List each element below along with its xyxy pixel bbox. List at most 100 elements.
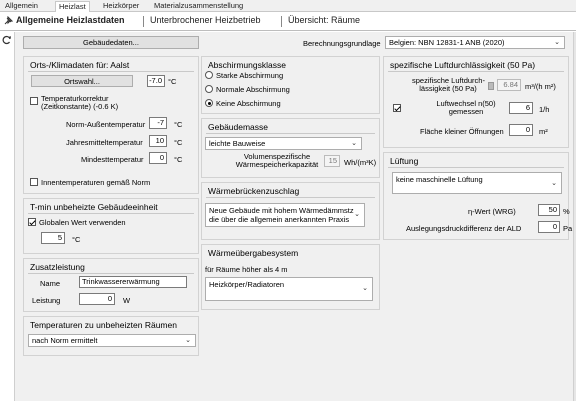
- chevron-down-icon: ⌄: [554, 39, 560, 46]
- tmin-title: T-min unbeheizte Gebäudeeinheit: [30, 202, 158, 212]
- waermebruecken-title: Wärmebrückenzuschlag: [208, 186, 300, 196]
- leistung-unit: W: [123, 296, 131, 305]
- spez-luftdurchlaessigkeit-unit: m³/(h m²): [525, 82, 556, 91]
- gebaeudedaten-button[interactable]: Gebäudedaten...: [23, 36, 199, 49]
- divider: [388, 167, 564, 168]
- tmin-unit: °C: [72, 235, 81, 244]
- starke-abschirmung-radio[interactable]: [205, 71, 213, 79]
- refresh-icon[interactable]: [2, 35, 12, 45]
- lueftung-value: keine maschinelle Lüftung: [396, 175, 483, 184]
- uebergabe-select[interactable]: Heizkörper/Radiatoren ⌄: [205, 277, 373, 301]
- tab-materialzusammenstellung[interactable]: Materialzusammenstellung: [151, 1, 246, 12]
- normale-abschirmung-radio[interactable]: [205, 85, 213, 93]
- klimadaten-panel: Orts-/Klimadaten für: Aalst Ortswahl... …: [23, 56, 199, 194]
- waermebruecken-value-1: Neue Gebäude mit hohem Wärmedämmstz: [209, 206, 354, 215]
- waermebruecken-value-2: die über die allgemein anerkannten Praxi…: [209, 215, 350, 224]
- eta-wert-unit: %: [563, 207, 570, 216]
- tmin-input[interactable]: 5: [41, 232, 65, 244]
- kapazitaet-label-2: Wärmespeicherkapazität: [235, 160, 319, 169]
- starke-abschirmung-label: Starke Abschirmung: [216, 71, 284, 80]
- gebaeudemasse-select[interactable]: leichte Bauweise ⌄: [205, 137, 362, 150]
- ald-unit: Pa: [563, 224, 573, 233]
- tab-heizkoerper[interactable]: Heizkörper: [100, 1, 142, 12]
- abschirmung-title: Abschirmungsklasse: [208, 60, 286, 70]
- jahresmitteltemperatur-label: Jahresmitteltemperatur: [66, 138, 143, 147]
- keine-abschirmung-radio[interactable]: [205, 99, 213, 107]
- unbeheizt-title: Temperaturen zu unbeheizten Räumen: [30, 320, 177, 330]
- waermebruecken-select[interactable]: Neue Gebäude mit hohem Wärmedämmstz die …: [205, 203, 365, 227]
- innentemperaturen-checkbox[interactable]: [30, 178, 38, 186]
- chevron-down-icon: ⌄: [185, 337, 191, 344]
- name-input[interactable]: Trinkwassererwärmung: [79, 276, 187, 288]
- mindesttemperatur-unit: °C: [174, 155, 183, 164]
- unbeheizt-select[interactable]: nach Norm ermittelt ⌄: [28, 334, 196, 347]
- globalen-wert-checkbox[interactable]: [28, 218, 36, 226]
- luftwechsel-checkbox[interactable]: [393, 104, 401, 112]
- chevron-down-icon: ⌄: [551, 180, 557, 187]
- uebergabe-panel: Wärmeübergabesystem für Räume höher als …: [201, 244, 380, 310]
- name-label: Name: [39, 279, 60, 288]
- gebaeudemasse-title: Gebäudemasse: [208, 122, 269, 132]
- leistung-label: Leistung: [32, 296, 61, 305]
- unbeheizt-panel: Temperaturen zu unbeheizten Räumen nach …: [23, 316, 199, 356]
- ortswahl-button[interactable]: Ortswahl...: [31, 75, 133, 87]
- luftdichtheit-title: spezifische Luftdurchlässigkeit (50 Pa): [390, 60, 536, 70]
- subtab-allgemeine-heizlastdaten[interactable]: Allgemeine Heizlastdaten: [16, 15, 125, 25]
- jahresmitteltemperatur-unit: °C: [174, 138, 183, 147]
- pin-icon[interactable]: [3, 15, 14, 26]
- flaeche-input[interactable]: 0: [509, 124, 533, 136]
- norm-aussentemperatur-input[interactable]: -7: [149, 117, 167, 129]
- gebaeudemasse-panel: Gebäudemasse leichte Bauweise ⌄ Volumens…: [201, 118, 380, 178]
- sub-header: Allgemeine Heizlastdaten Unterbrochener …: [0, 12, 576, 31]
- tab-allgemein[interactable]: Allgemein: [2, 1, 41, 12]
- divider: [28, 71, 194, 72]
- tmin-panel: T-min unbeheizte Gebäudeeinheit Globalen…: [23, 198, 199, 254]
- lueftung-title: Lüftung: [390, 156, 419, 166]
- leistung-input[interactable]: 0: [79, 293, 115, 305]
- globalen-wert-label: Globalen Wert verwenden: [39, 218, 126, 227]
- mindesttemperatur-input[interactable]: 0: [149, 152, 167, 164]
- uebergabe-subtitle: für Räume höher als 4 m: [205, 265, 288, 274]
- unbeheizt-value: nach Norm ermittelt: [32, 336, 98, 345]
- divider: [206, 197, 375, 198]
- subtab-uebersicht-raeume[interactable]: Übersicht: Räume: [288, 15, 360, 25]
- berechnungsgrundlage-value: Belgien: NBN 12831-1 ANB (2020): [389, 38, 505, 47]
- uebergabe-title: Wärmeübergabesystem: [208, 248, 299, 258]
- chevron-down-icon: ⌄: [354, 211, 360, 218]
- separator: [281, 16, 282, 27]
- subtab-unterbrochener-heizbetrieb[interactable]: Unterbrochener Heizbetrieb: [150, 15, 261, 25]
- keine-abschirmung-label: Keine Abschirmung: [216, 99, 281, 108]
- lueftung-panel: Lüftung keine maschinelle Lüftung ⌄ η-We…: [383, 152, 573, 240]
- zusatzleistung-title: Zusatzleistung: [30, 262, 85, 272]
- berechnungsgrundlage-select[interactable]: Belgien: NBN 12831-1 ANB (2020) ⌄: [385, 36, 565, 49]
- kapazitaet-label: Volumenspezifische Wärmespeicherkapazitä…: [232, 153, 322, 169]
- temperaturkorrektur-label: Temperaturkorrektur (Zeitkonstante) (-0.…: [41, 95, 118, 111]
- divider: [28, 273, 194, 274]
- eta-wert-label: η-Wert (WRG): [468, 207, 516, 216]
- spez-luftdurchlaessigkeit-checkbox[interactable]: [488, 82, 494, 90]
- main-tabbar: Allgemein Heizlast Heizkörper Materialzu…: [0, 0, 576, 13]
- mindesttemperatur-label: Mindesttemperatur: [81, 155, 144, 164]
- kapazitaet-unit: Wh/(m³K): [344, 158, 377, 167]
- divider: [28, 213, 194, 214]
- berechnungsgrundlage-label: Berechnungsgrundlage: [303, 39, 381, 48]
- temperatur-input[interactable]: -7.0: [147, 75, 165, 87]
- separator: [143, 16, 144, 27]
- spez-luftdurchlaessigkeit-input[interactable]: 6.84: [497, 79, 521, 91]
- ald-input[interactable]: 0: [538, 221, 560, 233]
- temperaturkorrektur-label-2: (Zeitkonstante) (-0.6 K): [41, 102, 119, 111]
- eta-wert-input[interactable]: 50: [538, 204, 560, 216]
- luftwechsel-input[interactable]: 6: [509, 102, 533, 114]
- klimadaten-title: Orts-/Klimadaten für: Aalst: [30, 60, 130, 70]
- luftwechsel-unit: 1/h: [539, 105, 550, 114]
- flaeche-label: Fläche kleiner Öffnungen: [420, 127, 504, 136]
- lueftung-select[interactable]: keine maschinelle Lüftung ⌄: [392, 172, 562, 194]
- temperaturkorrektur-checkbox[interactable]: [30, 97, 38, 105]
- divider: [388, 71, 564, 72]
- ald-label: Auslegungsdruckdifferenz der ALD: [406, 224, 522, 233]
- kapazitaet-input[interactable]: 15: [324, 155, 340, 167]
- norm-aussentemperatur-label: Norm-Außentemperatur: [66, 120, 146, 129]
- jahresmitteltemperatur-input[interactable]: 10: [149, 135, 167, 147]
- luftwechsel-label-2: gemessen: [448, 107, 484, 116]
- chevron-down-icon: ⌄: [362, 285, 368, 292]
